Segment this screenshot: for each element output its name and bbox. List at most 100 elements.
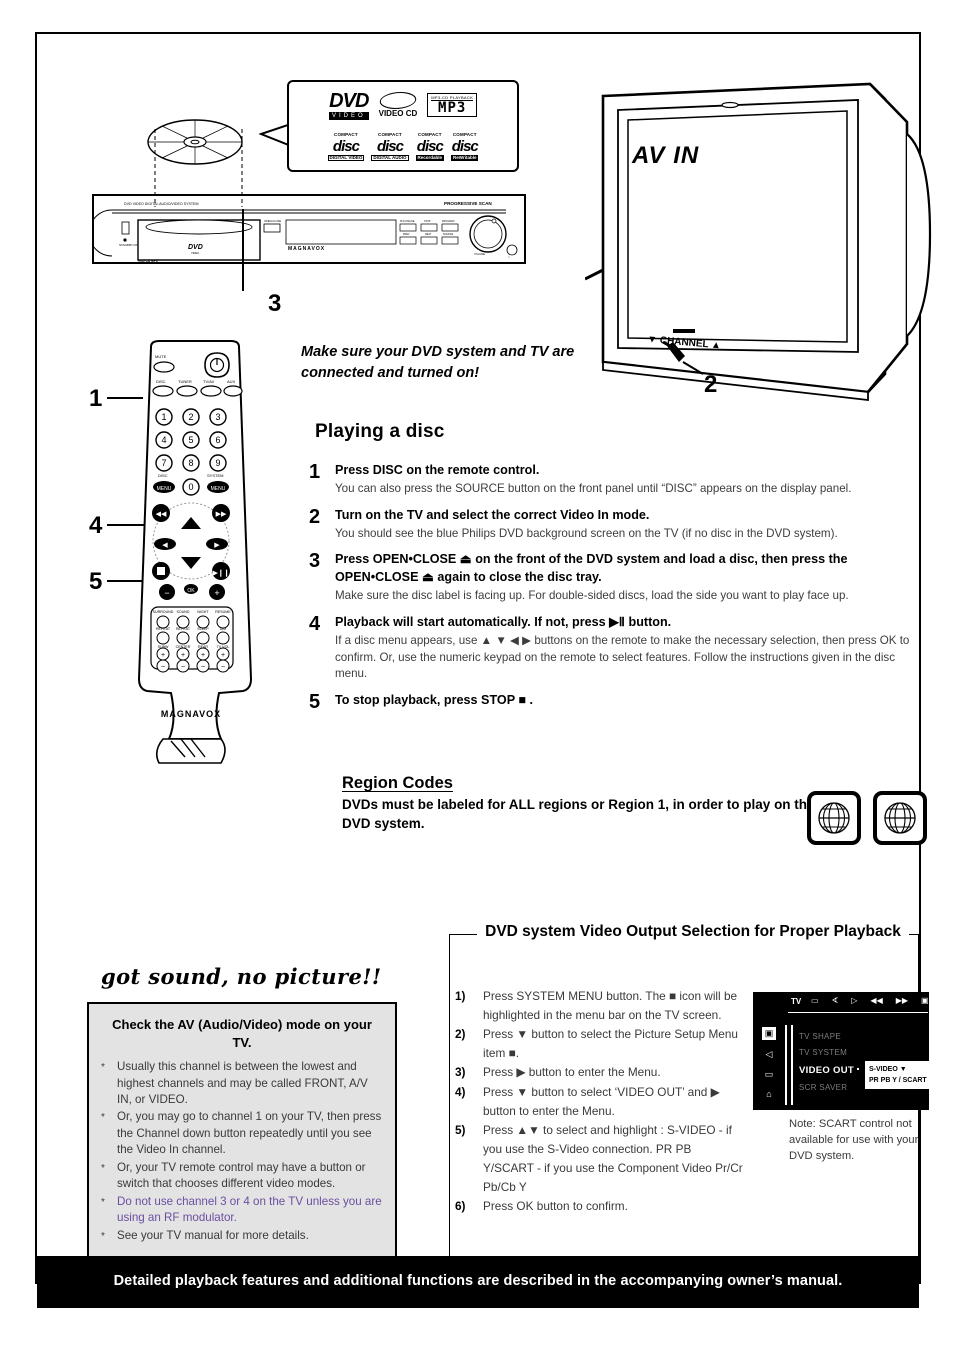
asterisk-icon: *: [101, 1196, 105, 1208]
region-codes-text: DVDs must be labeled for ALL regions or …: [342, 797, 819, 832]
svg-text:+: +: [181, 652, 185, 659]
step-description: You can also press the SOURCE button on …: [335, 481, 852, 495]
svg-text:REAR: REAR: [198, 645, 208, 649]
svg-text:TV/AV: TV/AV: [203, 379, 215, 384]
osd-body: ▣ ◁ ▭ ⌂ TV SHAPE TV SYSTEM VIDEO OUT SCR…: [753, 1023, 931, 1109]
svg-text:RESUME: RESUME: [215, 610, 231, 614]
step-number: 5: [309, 691, 321, 714]
svg-text:▶: ▶: [214, 542, 220, 549]
svg-text:9: 9: [215, 458, 220, 468]
asterisk-icon: *: [101, 1162, 105, 1174]
svg-text:SYSTEM: SYSTEM: [207, 473, 223, 478]
svg-text:AUX: AUX: [227, 379, 236, 384]
list-item-text: See your TV manual for more details.: [117, 1228, 309, 1242]
region-codes-title: Region Codes: [342, 774, 453, 792]
audio-setup-icon[interactable]: ◁: [766, 1049, 773, 1060]
svg-text:PROGRESSIVE SCAN: PROGRESSIVE SCAN: [444, 201, 492, 206]
vo-step-number: 1): [455, 989, 466, 1003]
step-item: 5 To stop playback, press STOP ■ .: [309, 692, 924, 713]
step-number: 1: [309, 461, 321, 483]
osd-option-svideo[interactable]: S-VIDEO ▼: [869, 1064, 927, 1075]
svg-text:TUNER: TUNER: [178, 379, 192, 384]
mp3-logo: MP3-CD PLAYBACK MP3: [427, 93, 478, 118]
television-illustration: ▼ CHANNEL ▲: [585, 82, 932, 402]
callout-2: 2: [704, 371, 718, 398]
svg-text:OPEN•CLOSE: OPEN•CLOSE: [264, 219, 281, 223]
footer-bar: Detailed playback features and additiona…: [37, 1256, 919, 1308]
svg-text:DISC: DISC: [158, 473, 168, 478]
osd-bar-line: [788, 1012, 928, 1013]
callout-4: 4: [89, 512, 103, 539]
svg-text:SUBW: SUBW: [158, 645, 169, 649]
list-item: * Or, your TV remote control may have a …: [101, 1160, 383, 1193]
svg-text:6: 6: [215, 435, 220, 445]
svg-text:SURROUND: SURROUND: [153, 610, 174, 614]
vo-step-number: 3): [455, 1065, 466, 1080]
disc-setup-icon[interactable]: ⌂: [766, 1089, 771, 1099]
svg-text:DIM: DIM: [220, 627, 227, 631]
tv-screen-label: AV IN: [632, 142, 700, 169]
svg-text:MENU: MENU: [211, 486, 226, 492]
screen-icon: ▭: [811, 996, 819, 1005]
svg-text:MAGNAVOX: MAGNAVOX: [288, 246, 325, 252]
region-codes-block: Region Codes DVDs must be labeled for AL…: [342, 774, 842, 833]
video-output-title: DVD system Video Output Selection for Pr…: [477, 921, 909, 943]
svg-text:+: +: [201, 652, 205, 659]
page-title: Playing a disc: [315, 421, 445, 442]
globe-icon: [807, 791, 861, 845]
vo-step-number: 5): [455, 1122, 466, 1137]
disc-format-logos: DVD VIDEO VIDEO CD MP3-CD PLAYBACK MP3 C…: [287, 80, 519, 172]
svg-text:OK: OK: [187, 588, 195, 594]
vo-step-text: Press ▼ button to select the Picture Set…: [483, 1027, 738, 1061]
vo-step-item: 3) Press ▶ button to enter the Menu.: [455, 1063, 745, 1082]
vo-step-item: 1) Press SYSTEM MENU button. The ■ icon …: [455, 987, 745, 1025]
playing-steps: 1 Press DISC on the remote control. You …: [309, 462, 924, 722]
svg-text:+: +: [214, 588, 219, 598]
osd-icon-row: ▭ ∢ ▷ ◀◀ ▶▶ ▣: [811, 996, 929, 1005]
svg-text:PROGRAM: PROGRAM: [442, 220, 454, 223]
callout-1: 1: [89, 385, 103, 412]
osd-item-tv-system[interactable]: TV SYSTEM: [799, 1045, 854, 1061]
svg-text:▶❙❙: ▶❙❙: [212, 569, 229, 577]
svg-text:−: −: [201, 664, 205, 671]
cd-logo-recordable: COMPACT disc Recordable: [415, 131, 445, 162]
play-icon: ▷: [851, 996, 858, 1005]
step-number: 2: [309, 505, 321, 528]
cd-logo-rewritable: COMPACT disc ReWritable: [451, 131, 479, 162]
remote-brand: MAGNAVOX: [161, 709, 221, 719]
svg-text:CENTER: CENTER: [176, 645, 191, 649]
video-cd-logo: VIDEO CD: [377, 91, 419, 119]
osd-divider: [791, 1025, 793, 1105]
globe-icon: [873, 791, 927, 845]
list-item: * Or, you may go to channel 1 on your TV…: [101, 1109, 383, 1158]
cd-logo-digital-audio: COMPACT disc DIGITAL AUDIO: [371, 131, 409, 162]
step-number: 4: [309, 612, 321, 635]
svg-text:0: 0: [188, 482, 193, 492]
osd-menu-items: TV SHAPE TV SYSTEM VIDEO OUT SCR SAVER: [799, 1029, 854, 1096]
svg-text:TV VOL: TV VOL: [217, 645, 230, 649]
asterisk-icon: *: [101, 1062, 105, 1074]
osd-bullet: [857, 1068, 859, 1070]
picture-setup-icon[interactable]: ▣: [761, 1027, 777, 1040]
list-item: * Do not use channel 3 or 4 on the TV un…: [101, 1194, 383, 1227]
video-output-note: Note: SCART control not available for us…: [789, 1118, 919, 1163]
osd-tv-label: TV: [791, 997, 802, 1006]
callout-3: 3: [268, 290, 282, 317]
step-description: If a disc menu appears, use ▲ ▼ ◀ ▶ butt…: [335, 633, 910, 681]
av-mode-bullet-list: * Usually this channel is between the lo…: [101, 1059, 383, 1244]
list-item-text: Or, your TV remote control may have a bu…: [117, 1160, 366, 1191]
step-heading: Press OPEN•CLOSE ⏏ on the front of the D…: [335, 552, 848, 585]
osd-item-video-out[interactable]: VIDEO OUT: [799, 1061, 854, 1080]
step-item: 4 Playback will start automatically. If …: [309, 612, 924, 683]
osd-item-scr-saver[interactable]: SCR SAVER: [799, 1080, 854, 1096]
language-setup-icon[interactable]: ▭: [765, 1069, 774, 1080]
options-icon: ▣: [921, 996, 929, 1005]
osd-divider: [785, 1025, 787, 1105]
vo-step-number: 2): [455, 1027, 466, 1042]
vo-step-number: 6): [455, 1199, 466, 1214]
osd-item-tv-shape[interactable]: TV SHAPE: [799, 1029, 854, 1045]
step-heading: Playback will start automatically. If no…: [335, 614, 672, 629]
svg-text:−: −: [161, 664, 165, 671]
vo-step-number: 4): [455, 1084, 466, 1099]
osd-option-prpby-scart[interactable]: PR PB Y / SCART: [869, 1075, 927, 1086]
